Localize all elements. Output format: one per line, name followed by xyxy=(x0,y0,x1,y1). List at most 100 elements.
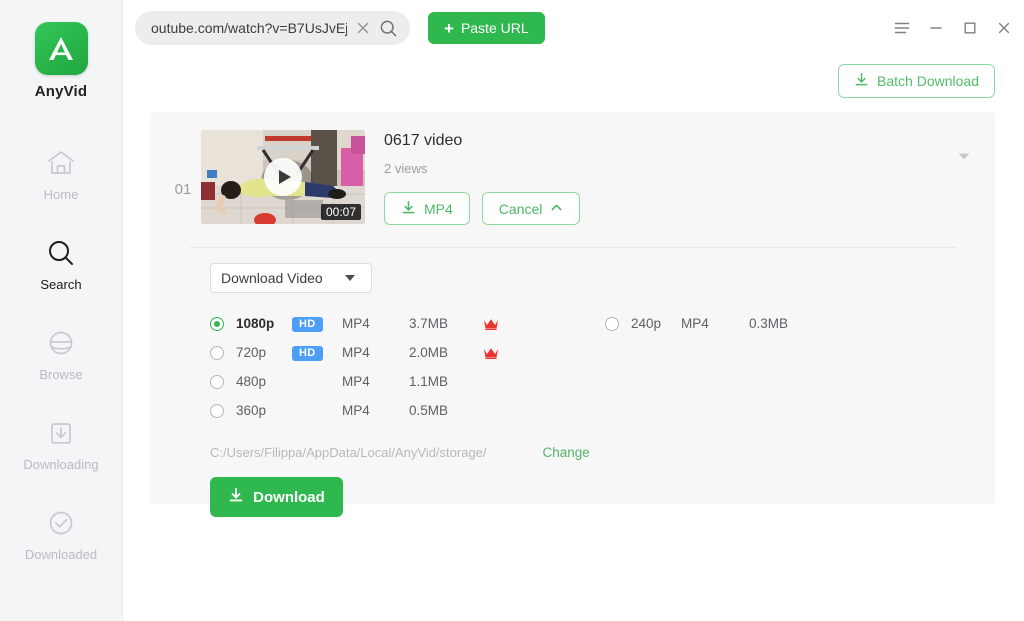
hd-badge: HD xyxy=(292,316,323,332)
save-path: C:/Users/Filippa/AppData/Local/AnyVid/st… xyxy=(210,445,487,460)
search-icon[interactable] xyxy=(379,19,398,38)
video-result-card: 01 00:07 0617 video 2 views MP4 Cancel D… xyxy=(150,112,995,517)
sidebar-item-downloaded[interactable]: Downloaded xyxy=(0,502,122,592)
hd-badge-cell: HD xyxy=(292,315,342,332)
quality-resolution: 360p xyxy=(236,403,267,418)
video-action-buttons: MP4 Cancel xyxy=(384,192,581,225)
chevron-down-icon[interactable] xyxy=(957,148,971,166)
quality-size: 3.7MB xyxy=(409,316,449,331)
download-mode-row: Download Video xyxy=(150,248,995,293)
video-duration: 00:07 xyxy=(320,204,361,220)
radio-icon[interactable] xyxy=(210,316,224,331)
quality-size: 1.1MB xyxy=(409,374,449,389)
save-path-row: C:/Users/Filippa/AppData/Local/AnyVid/st… xyxy=(150,425,995,460)
sidebar-item-label: Search xyxy=(40,277,82,292)
top-bar: outube.com/watch?v=B7UsJvEjZI0 + Paste U… xyxy=(123,0,1024,56)
quality-format: MP4 xyxy=(342,316,370,331)
caret-down-icon xyxy=(345,275,355,281)
quality-column-left: 1080p HD MP4 3.7MB 720p HD MP4 2.0MB 480… xyxy=(210,309,523,425)
sidebar-item-label: Downloading xyxy=(23,457,99,472)
cancel-button[interactable]: Cancel xyxy=(481,192,581,225)
anyvid-logo-icon xyxy=(34,22,88,75)
chevron-up-icon xyxy=(550,201,563,217)
home-icon xyxy=(46,146,76,180)
quality-format: MP4 xyxy=(681,316,709,331)
video-views: 2 views xyxy=(384,161,428,176)
result-index: 01 xyxy=(174,181,192,198)
change-path-link[interactable]: Change xyxy=(543,445,590,460)
download-button[interactable]: Download xyxy=(210,477,343,517)
batch-download-row: Batch Download xyxy=(123,56,1024,106)
sidebar-item-search[interactable]: Search xyxy=(0,232,122,322)
quality-format: MP4 xyxy=(342,374,370,389)
video-thumbnail[interactable]: 00:07 xyxy=(201,130,365,224)
sidebar-nav: Home Search Browse Downloading Downloade… xyxy=(0,142,122,592)
sidebar-item-browse[interactable]: Browse xyxy=(0,322,122,412)
mp4-label: MP4 xyxy=(424,200,453,217)
batch-download-button[interactable]: Batch Download xyxy=(838,64,995,98)
quality-row[interactable]: 480p MP4 1.1MB xyxy=(210,367,523,396)
minimize-icon[interactable] xyxy=(928,20,944,36)
download-icon xyxy=(228,487,244,507)
sidebar: AnyVid Home Search Browse Downloading Do… xyxy=(0,0,123,621)
crown-icon xyxy=(483,346,523,360)
sidebar-item-downloading[interactable]: Downloading xyxy=(0,412,122,502)
paste-url-button[interactable]: + Paste URL xyxy=(428,12,545,44)
download-mode-select[interactable]: Download Video xyxy=(210,263,372,293)
search-input[interactable]: outube.com/watch?v=B7UsJvEjZI0 xyxy=(151,20,347,36)
hd-badge-cell: HD xyxy=(292,344,342,361)
radio-icon[interactable] xyxy=(210,403,224,418)
maximize-icon[interactable] xyxy=(962,20,978,36)
video-title: 0617 video xyxy=(384,132,463,149)
quality-column-right: 240p MP4 0.3MB xyxy=(605,309,823,425)
radio-icon[interactable] xyxy=(210,374,224,389)
download-box-icon xyxy=(46,416,76,450)
download-icon xyxy=(854,72,869,90)
globe-icon xyxy=(46,326,76,360)
quality-format: MP4 xyxy=(342,403,370,418)
batch-download-label: Batch Download xyxy=(877,73,979,89)
mp4-download-button[interactable]: MP4 xyxy=(384,192,470,225)
close-icon[interactable] xyxy=(996,20,1012,36)
quality-row[interactable]: 720p HD MP4 2.0MB xyxy=(210,338,523,367)
url-search-field[interactable]: outube.com/watch?v=B7UsJvEjZI0 xyxy=(135,11,410,45)
download-label: Download xyxy=(253,488,325,506)
app-logo: AnyVid xyxy=(34,22,88,100)
close-icon[interactable] xyxy=(355,20,371,36)
search-icon xyxy=(46,236,76,270)
quality-row[interactable]: 360p MP4 0.5MB xyxy=(210,396,523,425)
main-area: outube.com/watch?v=B7UsJvEjZI0 + Paste U… xyxy=(123,0,1024,621)
quality-row[interactable]: 1080p HD MP4 3.7MB xyxy=(210,309,523,338)
radio-icon[interactable] xyxy=(605,316,619,331)
video-card-header: 01 00:07 0617 video 2 views MP4 Cancel xyxy=(150,130,995,225)
radio-icon[interactable] xyxy=(210,345,224,360)
plus-icon: + xyxy=(444,18,454,38)
sidebar-item-label: Downloaded xyxy=(24,547,98,562)
download-row: Download xyxy=(150,460,995,517)
crown-icon xyxy=(483,317,523,331)
hamburger-menu-icon[interactable] xyxy=(894,20,910,36)
quality-format: MP4 xyxy=(342,345,370,360)
app-window: AnyVid Home Search Browse Downloading Do… xyxy=(0,0,1024,621)
quality-size: 2.0MB xyxy=(409,345,449,360)
play-icon[interactable] xyxy=(264,158,302,196)
quality-resolution: 1080p xyxy=(236,316,275,331)
quality-resolution: 720p xyxy=(236,345,267,360)
app-name: AnyVid xyxy=(34,83,88,100)
results-area: 01 00:07 0617 video 2 views MP4 Cancel D… xyxy=(123,106,1024,517)
quality-size: 0.5MB xyxy=(409,403,449,418)
cancel-label: Cancel xyxy=(498,200,543,217)
quality-options: 1080p HD MP4 3.7MB 720p HD MP4 2.0MB 480… xyxy=(150,293,995,425)
download-mode-value: Download Video xyxy=(221,270,323,286)
quality-row[interactable]: 240p MP4 0.3MB xyxy=(605,309,823,338)
sidebar-item-home[interactable]: Home xyxy=(0,142,122,232)
quality-size: 0.3MB xyxy=(749,316,789,331)
quality-resolution: 240p xyxy=(631,316,662,331)
paste-url-label: Paste URL xyxy=(460,20,529,36)
quality-resolution: 480p xyxy=(236,374,267,389)
sidebar-item-label: Home xyxy=(43,187,79,202)
window-controls xyxy=(894,0,1012,56)
video-meta: 0617 video 2 views MP4 Cancel xyxy=(365,130,581,225)
download-icon xyxy=(401,200,416,218)
sidebar-item-label: Browse xyxy=(39,367,83,382)
